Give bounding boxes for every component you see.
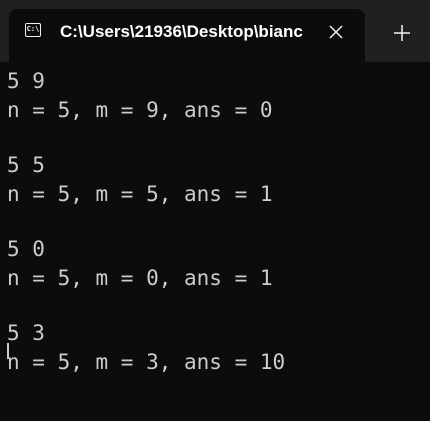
tab-bar: C:\ C:\Users\21936\Desktop\bianc bbox=[0, 0, 430, 62]
terminal-icon: C:\ bbox=[25, 23, 41, 37]
terminal-line: n = 5, m = 5, ans = 1 bbox=[7, 182, 273, 206]
terminal-line: n = 5, m = 3, ans = 10 bbox=[7, 350, 286, 374]
tab-active[interactable]: C:\ C:\Users\21936\Desktop\bianc bbox=[9, 9, 365, 62]
terminal-output[interactable]: 5 9 n = 5, m = 9, ans = 0 5 5 n = 5, m =… bbox=[0, 62, 430, 421]
plus-icon[interactable] bbox=[390, 21, 414, 45]
tab-title: C:\Users\21936\Desktop\bianc bbox=[60, 22, 303, 41]
terminal-line: n = 5, m = 0, ans = 1 bbox=[7, 266, 273, 290]
text-cursor bbox=[7, 343, 9, 359]
close-icon[interactable] bbox=[326, 22, 346, 42]
terminal-window: C:\ C:\Users\21936\Desktop\bianc 5 9 n =… bbox=[0, 0, 430, 421]
terminal-line: 5 9 bbox=[7, 69, 45, 93]
terminal-line: 5 3 bbox=[7, 321, 45, 345]
terminal-line: 5 0 bbox=[7, 237, 45, 261]
terminal-line: n = 5, m = 9, ans = 0 bbox=[7, 98, 273, 122]
terminal-line: 5 5 bbox=[7, 153, 45, 177]
